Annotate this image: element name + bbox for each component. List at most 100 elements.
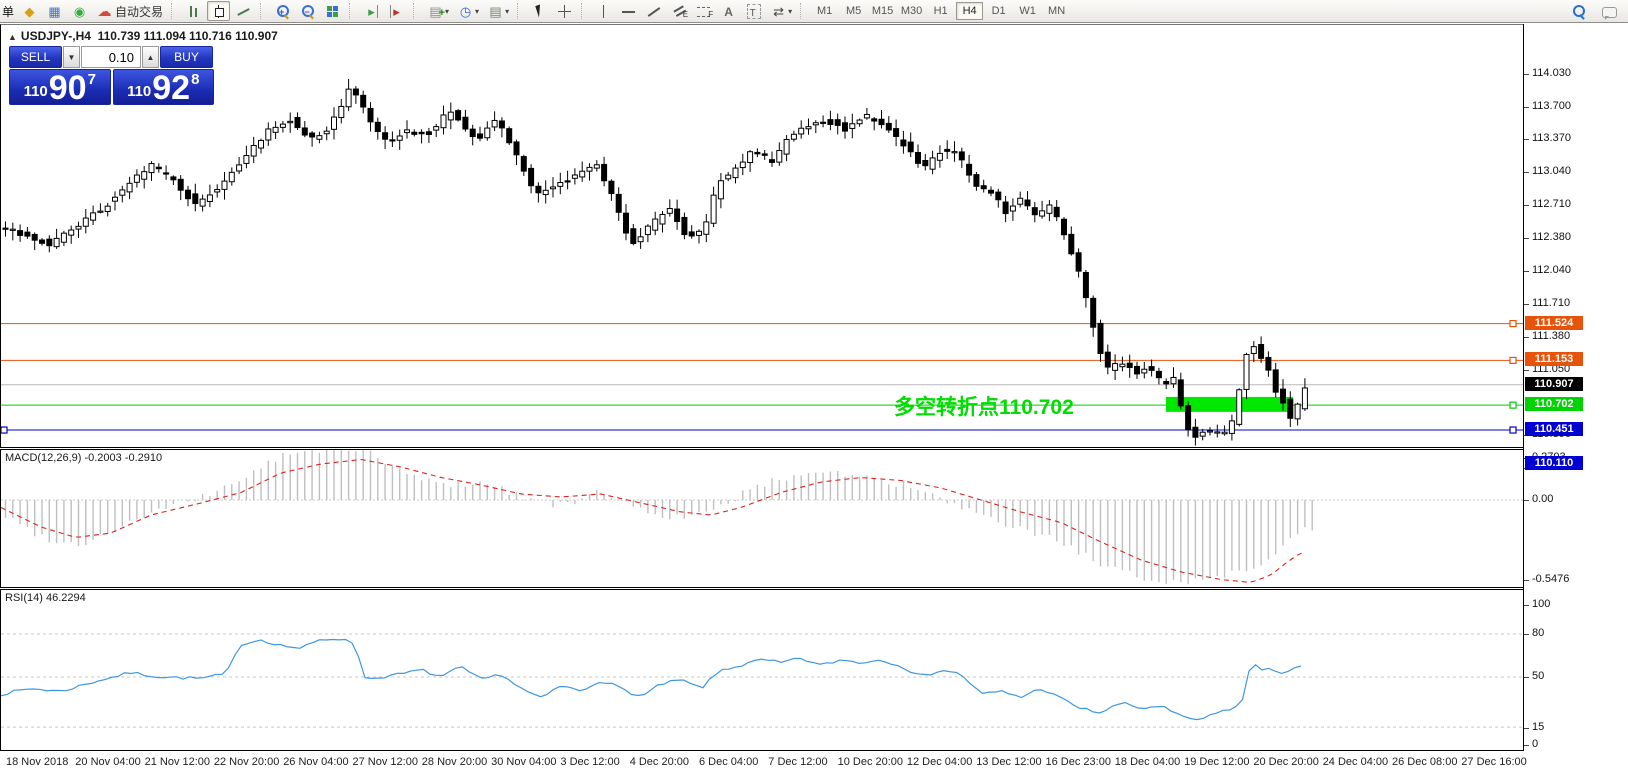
search-icon[interactable] — [1570, 3, 1587, 20]
candlestick-chart-button[interactable] — [207, 1, 231, 21]
indicators-list-button[interactable]: ▾ — [424, 1, 452, 22]
price-tick-label: 112.710 — [1532, 197, 1571, 210]
sell-price-point: 7 — [87, 71, 96, 88]
timeframe-h4-button[interactable]: H4 — [956, 2, 984, 20]
vertical-line-button[interactable] — [592, 1, 615, 21]
price-pane[interactable]: 多空转折点110.702 ▲ USDJPY-,H4 110.739 111.094… — [0, 24, 1524, 447]
sell-price-display[interactable]: 110 90 7 — [9, 69, 111, 105]
autotrade-icon — [96, 3, 113, 20]
rsi-header: RSI(14) 46.2294 — [5, 592, 86, 604]
axis-tickmark — [1524, 271, 1529, 273]
time-label: 18 Dec 04:00 — [1114, 756, 1181, 768]
price-badge-110.702: 110.702 — [1525, 397, 1583, 412]
macd-pane[interactable]: MACD(12,26,9) -0.2003 -0.2910 — [0, 450, 1524, 587]
rsi-pane[interactable]: RSI(14) 46.2294 — [0, 590, 1524, 750]
new-order-button[interactable] — [18, 1, 41, 21]
chart-window[interactable]: 多空转折点110.702 ▲ USDJPY-,H4 110.739 111.094… — [0, 24, 1628, 771]
mt4-window: 单 自动交易 ▾ ▾ ▾ ▾ M1M5M15M30H1H4D1W1MN 多空转折点110.7… — [0, 0, 1628, 771]
price-badge-111.153: 111.153 — [1525, 352, 1583, 367]
toolbar-separator — [260, 3, 267, 19]
arrows-button[interactable]: ▾ — [767, 1, 795, 21]
equidistant-channel-button[interactable] — [667, 1, 690, 23]
time-label: 3 Dec 12:00 — [560, 756, 620, 768]
axis-tickmark — [1524, 634, 1529, 635]
menu-label[interactable]: 单 — [0, 3, 17, 20]
timeframe-h1-button[interactable]: H1 — [927, 2, 954, 20]
axis-tickmark — [1524, 204, 1529, 206]
time-label: 19 Dec 12:00 — [1184, 756, 1250, 768]
autotrade-button[interactable]: 自动交易 — [93, 1, 166, 21]
templates-dropdown-icon[interactable]: ▾ — [505, 7, 509, 16]
axis-tickmark — [1524, 500, 1529, 501]
zoom-in-button[interactable] — [271, 1, 294, 21]
time-label: 26 Nov 04:00 — [283, 756, 349, 768]
periods-button[interactable]: ▾ — [454, 1, 482, 21]
time-label: 24 Dec 04:00 — [1322, 756, 1389, 768]
sell-button[interactable]: SELL — [9, 46, 62, 68]
sell-price-whole: 110 — [23, 83, 48, 100]
collapse-icon[interactable]: ▲ — [8, 32, 17, 42]
lot-size-input[interactable] — [81, 46, 141, 68]
price-tick-label: 112.040 — [1532, 264, 1571, 277]
periods-dropdown-icon[interactable]: ▾ — [475, 7, 479, 16]
rsi-tick-label: 50 — [1532, 670, 1545, 682]
buy-price-display[interactable]: 110 92 8 — [112, 69, 214, 107]
line-chart-button[interactable] — [232, 1, 255, 21]
price-tick-label: 112.380 — [1532, 230, 1571, 243]
timeframe-d1-button[interactable]: D1 — [985, 2, 1012, 20]
timeframe-mn-button[interactable]: MN — [1043, 2, 1070, 20]
timeframe-w1-button[interactable]: W1 — [1014, 2, 1041, 20]
timeframe-m5-button[interactable]: M5 — [840, 2, 867, 20]
toolbar-separator — [517, 3, 524, 19]
text-icon — [720, 3, 737, 20]
axis-tickmark — [1524, 605, 1529, 606]
arrows-dropdown-icon[interactable]: ▾ — [788, 7, 792, 16]
price-tick-label: 113.370 — [1532, 132, 1571, 145]
time-label: 20 Dec 20:00 — [1253, 756, 1319, 768]
tile-windows-button[interactable] — [321, 1, 344, 21]
cursor-button[interactable] — [528, 1, 551, 21]
toolbar-separator — [349, 3, 356, 19]
timeframe-m15-button[interactable]: M15 — [869, 2, 896, 20]
price-badge-110.110: 110.110 — [1525, 455, 1583, 470]
price-badge-111.524: 111.524 — [1525, 315, 1583, 330]
chart-shift-button[interactable] — [360, 1, 383, 21]
charts-window-button[interactable] — [43, 1, 66, 21]
indicators-list-icon — [427, 3, 445, 22]
zoom-out-button[interactable] — [296, 1, 319, 21]
horizontal-line-icon — [620, 3, 637, 20]
fibonacci-retracement-button[interactable] — [692, 1, 715, 23]
equidistant-channel-icon — [670, 3, 688, 23]
templates-icon — [487, 3, 504, 20]
text-button[interactable] — [717, 1, 740, 21]
axis-tickmark — [1524, 745, 1529, 746]
rsi-tick-label: 0 — [1532, 738, 1539, 750]
price-tick-label: 111.380 — [1532, 329, 1571, 342]
timeframe-m1-button[interactable]: M1 — [811, 2, 838, 20]
chat-icon[interactable] — [1601, 3, 1618, 20]
text-label-button[interactable] — [742, 1, 765, 22]
buy-button[interactable]: BUY — [160, 46, 213, 68]
buy-price-pips: 92 — [152, 69, 191, 107]
price-axis[interactable]: 114.030 113.700 113.370 113.040 112.710 112.3… — [1524, 24, 1628, 751]
horizontal-line-button[interactable] — [617, 1, 640, 21]
time-label: 10 Dec 20:00 — [837, 756, 904, 768]
time-label: 18 Nov 2018 — [6, 756, 69, 768]
price-tick-label: 111.710 — [1532, 297, 1571, 310]
macd-tick-label: 0.00 — [1532, 493, 1554, 505]
indicators-list-dropdown-icon[interactable]: ▾ — [445, 7, 449, 16]
templates-button[interactable]: ▾ — [484, 1, 512, 21]
trend-line-button[interactable] — [642, 1, 665, 21]
axis-tickmark — [1524, 172, 1529, 174]
time-axis[interactable]: 18 Nov 2018 20 Nov 04:00 21 Nov 12:00 22 No… — [0, 751, 1628, 771]
price-badge-110.907: 110.907 — [1525, 376, 1583, 391]
turning-point-annotation[interactable]: 多空转折点110.702 — [894, 391, 1074, 421]
auto-scroll-button[interactable] — [385, 1, 408, 21]
lot-decrease-button[interactable]: ▼ — [63, 46, 80, 68]
cursor-icon — [531, 3, 548, 20]
signals-button[interactable] — [68, 1, 91, 21]
bar-chart-button[interactable] — [182, 1, 205, 21]
timeframe-m30-button[interactable]: M30 — [898, 2, 925, 20]
lot-increase-button[interactable]: ▲ — [142, 46, 159, 68]
crosshair-button[interactable] — [553, 1, 576, 21]
